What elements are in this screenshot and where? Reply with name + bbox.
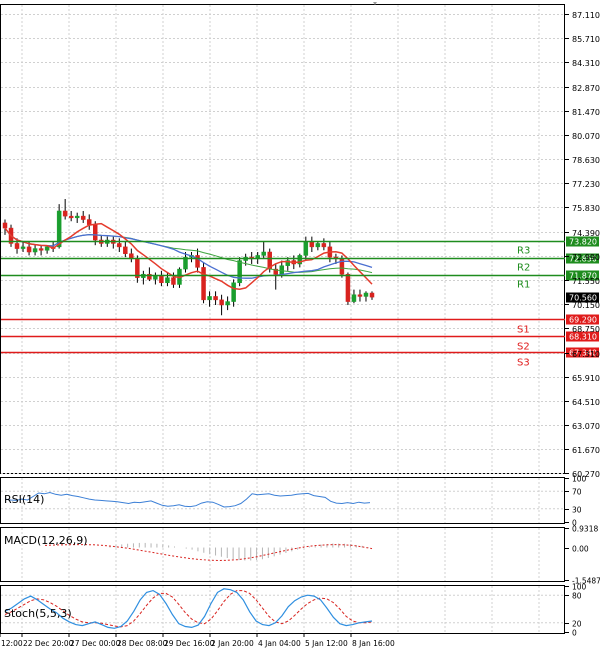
macd-panel[interactable]: [44, 542, 373, 562]
stoch-tick-label: 80: [572, 592, 582, 601]
indicator-titles: RSI(14) MACD(12,26,9) Stoch(5,5,3): [4, 493, 88, 620]
candle-body: [2, 222, 8, 229]
stoch-panel[interactable]: [1, 588, 564, 629]
level-name-r3: R3: [517, 246, 530, 257]
rsi-frame: [0, 477, 565, 524]
candle-body: [237, 260, 242, 284]
stoch-tick-label: 100: [572, 583, 587, 592]
level-name-r1: R1: [517, 280, 530, 291]
level-price-label: 73.820: [569, 238, 597, 247]
stoch-tick-label: 0: [572, 629, 577, 638]
candle-body: [38, 248, 44, 251]
price-tick-label: 68.750: [572, 325, 600, 334]
price-tick-label: 67.310: [572, 350, 600, 359]
price-tick-label: 85.710: [572, 35, 600, 44]
price-tick-label: 72.990: [572, 253, 600, 262]
candle-body: [225, 301, 230, 306]
price-tick-label: 65.910: [572, 374, 600, 383]
candle-body: [261, 251, 266, 256]
macd-signal-line: [44, 544, 373, 562]
price-tick-label: 81.470: [572, 108, 600, 117]
time-tick-label: 4 Jan 04:00: [258, 639, 301, 648]
price-tick-label: 70.150: [572, 301, 600, 310]
candle-body: [303, 241, 309, 256]
price-tick-label: 82.870: [572, 84, 600, 93]
macd-title: MACD(12,26,9): [4, 534, 88, 547]
level-name-r2: R2: [517, 263, 530, 274]
candle-body: [231, 282, 236, 302]
price-tick-label: 75.830: [572, 204, 600, 213]
rsi-tick-label: 100: [572, 475, 587, 484]
candle-body: [32, 248, 38, 253]
stoch-title: Stoch(5,5,3): [4, 607, 72, 620]
candle-body: [345, 273, 351, 302]
candle-body: [74, 215, 80, 219]
candle-body: [68, 215, 74, 219]
price-tick-label: 64.510: [572, 398, 600, 407]
candle-body: [321, 243, 327, 248]
candle-body: [219, 299, 224, 306]
time-tick-label: 12:00: [1, 639, 23, 648]
price-tick-label: 74.390: [572, 229, 600, 238]
time-tick-label: 8 Jan 16:00: [352, 639, 395, 648]
candle-body: [153, 275, 158, 280]
candle-body: [351, 294, 357, 302]
candle-body: [117, 243, 122, 248]
price-tick-label: 87.110: [572, 11, 600, 20]
candle-body: [201, 267, 206, 301]
time-tick-label: 29 Dec 16:00: [164, 639, 215, 648]
candle-body: [14, 243, 20, 249]
candle-body: [159, 275, 164, 284]
chart-window: R3 73.820 R2 72.850 R1 71.870 S1 69.290 S2 68.310…: [0, 0, 600, 651]
time-tick-label: 22 Dec 20:00: [23, 639, 74, 648]
candle-body: [195, 255, 200, 268]
level-name-s2: S2: [517, 342, 530, 353]
price-tick-label: 78.630: [572, 156, 600, 165]
time-tick-label: 27 Dec 00:00: [70, 639, 121, 648]
price-tick-label: 63.070: [572, 422, 600, 431]
candle-body: [279, 265, 285, 275]
rsi-line: [4, 491, 371, 508]
candle-body: [123, 246, 128, 254]
time-axis: 12:00 22 Dec 20:0027 Dec 00:0028 Dec 08:0…: [0, 633, 395, 648]
stoch-frame: [0, 585, 565, 634]
candle-body: [315, 243, 321, 248]
price-tick-label: 80.070: [572, 132, 600, 141]
candle-body: [26, 246, 32, 253]
chart-svg: R373.820R272.850R171.870S169.290S268.310…: [0, 2, 600, 648]
candle-body: [309, 241, 315, 248]
price-tick-label: 61.670: [572, 446, 600, 455]
macd-tick-label: 0.00: [572, 545, 589, 554]
candle-body: [44, 246, 50, 251]
candle-body: [357, 294, 363, 297]
rsi-title: RSI(14): [4, 493, 44, 506]
level-price-label: 69.290: [569, 316, 597, 325]
candle-body: [86, 219, 92, 225]
level-name-s3: S3: [517, 358, 530, 369]
price-panel[interactable]: [2, 199, 375, 316]
level-name-s1: S1: [517, 325, 530, 336]
time-tick-label: 5 Jan 12:00: [305, 639, 348, 648]
candle-body: [62, 210, 68, 217]
price-tick-label: 71.550: [572, 277, 600, 286]
time-tick-label: 28 Dec 08:00: [117, 639, 168, 648]
candle-body: [213, 296, 218, 301]
candle-body: [369, 292, 375, 298]
price-tick-label: 77.230: [572, 180, 600, 189]
candle-body: [80, 215, 86, 220]
candle-body: [165, 277, 170, 284]
macd-tick-label: 0.9318: [572, 525, 598, 534]
price-frame: [0, 4, 565, 474]
time-tick-label: 2 Jan 20:00: [211, 639, 254, 648]
price-tick-label: 84.310: [572, 59, 600, 68]
candle-body: [171, 277, 176, 285]
rsi-panel[interactable]: [1, 490, 564, 510]
stoch-tick-label: 20: [572, 620, 582, 629]
candle-body: [92, 224, 98, 241]
rsi-tick-label: 70: [572, 488, 582, 497]
candle-body: [20, 246, 26, 249]
candle-body: [207, 296, 212, 301]
candle-body: [363, 292, 369, 297]
rsi-tick-label: 30: [572, 506, 582, 515]
